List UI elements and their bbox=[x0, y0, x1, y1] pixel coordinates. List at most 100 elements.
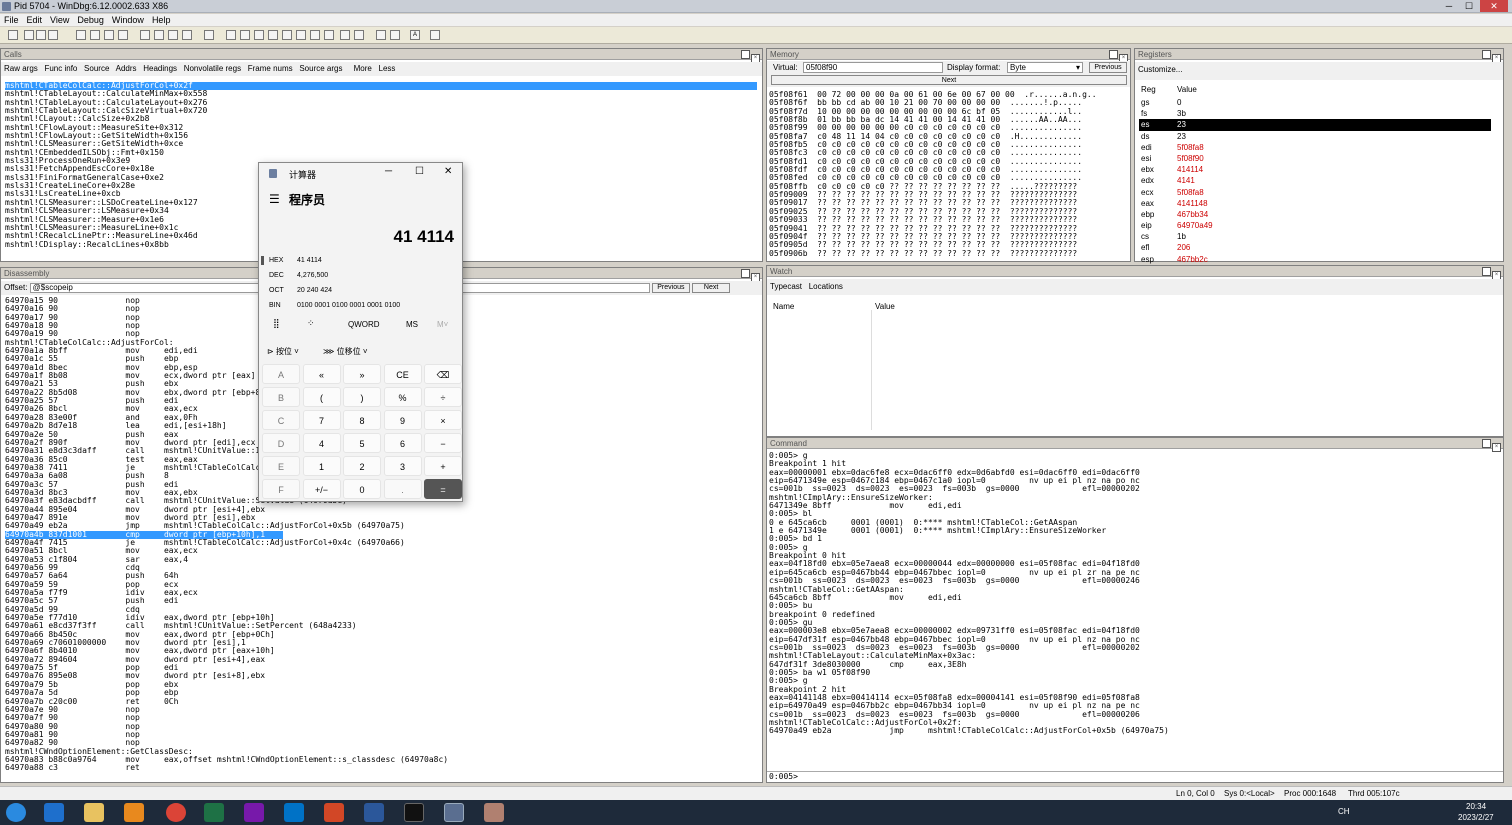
register-row[interactable]: gs 0 bbox=[1139, 97, 1491, 108]
hex-b-button[interactable]: B bbox=[262, 387, 300, 407]
clear-entry-button[interactable]: CE bbox=[383, 364, 422, 384]
register-row[interactable]: ds 23 bbox=[1139, 131, 1491, 142]
bitshift-dropdown[interactable]: ⋙ 位移位 ˅ bbox=[323, 346, 368, 357]
multiply-button[interactable]: × bbox=[424, 410, 462, 430]
equals-button[interactable]: = bbox=[424, 479, 462, 499]
memory-dock-icon[interactable] bbox=[1109, 50, 1118, 59]
word-icon[interactable] bbox=[364, 803, 384, 822]
hamburger-menu-icon[interactable]: ☰ bbox=[269, 192, 280, 206]
ie-icon[interactable] bbox=[44, 803, 64, 822]
calc-minimize-button[interactable]: ─ bbox=[385, 166, 392, 177]
calls-tab-source[interactable]: Source bbox=[84, 64, 109, 73]
windbg-taskbar-icon[interactable] bbox=[444, 803, 464, 822]
hex-e-button[interactable]: E bbox=[262, 456, 300, 476]
processes-icon[interactable] bbox=[340, 30, 350, 40]
media-player-icon[interactable] bbox=[124, 803, 144, 822]
disassembly-window-icon[interactable] bbox=[310, 30, 320, 40]
digit-7-button[interactable]: 7 bbox=[302, 410, 341, 430]
register-row[interactable]: edx 4141 bbox=[1139, 175, 1491, 186]
register-row[interactable]: eip 64970a49 bbox=[1139, 220, 1491, 231]
register-row[interactable]: ebx 414114 bbox=[1139, 164, 1491, 175]
restart-icon[interactable] bbox=[90, 30, 100, 40]
go-icon[interactable] bbox=[76, 30, 86, 40]
watch-dock-icon[interactable] bbox=[1482, 267, 1491, 276]
run-to-cursor-icon[interactable] bbox=[182, 30, 192, 40]
step-out-icon[interactable] bbox=[168, 30, 178, 40]
shift-left-button[interactable]: « bbox=[302, 364, 341, 384]
breakpoint-icon[interactable] bbox=[204, 30, 214, 40]
input-language[interactable]: CH bbox=[1338, 807, 1350, 816]
step-over-icon[interactable] bbox=[154, 30, 164, 40]
register-row[interactable]: fs 3b bbox=[1139, 108, 1491, 119]
calls-tab-frame-nums[interactable]: Frame nums bbox=[248, 64, 293, 73]
digit-4-button[interactable]: 4 bbox=[302, 433, 341, 453]
memory-recall-button[interactable]: M˅ bbox=[437, 320, 448, 329]
locals-window-icon[interactable] bbox=[254, 30, 264, 40]
registers-dock-icon[interactable] bbox=[1482, 50, 1491, 59]
photo-viewer-icon[interactable] bbox=[484, 803, 504, 822]
registers-window-icon[interactable] bbox=[268, 30, 278, 40]
hex-a-button[interactable]: A bbox=[262, 364, 300, 384]
base-row-bin[interactable]: BIN 0100 0001 0100 0001 0001 0100 bbox=[269, 300, 459, 315]
menu-debug[interactable]: Debug bbox=[73, 14, 108, 26]
shift-right-button[interactable]: » bbox=[343, 364, 381, 384]
hex-d-button[interactable]: D bbox=[262, 433, 300, 453]
subtract-button[interactable]: − bbox=[424, 433, 462, 453]
open-icon[interactable] bbox=[8, 30, 18, 40]
terminal-icon[interactable] bbox=[404, 803, 424, 822]
excel-icon[interactable] bbox=[204, 803, 224, 822]
calc-close-button[interactable]: ✕ bbox=[444, 166, 452, 177]
watch-tab-locations[interactable]: Locations bbox=[809, 282, 843, 291]
calls-less-button[interactable]: Less bbox=[379, 64, 396, 73]
disassembly-line[interactable]: 64970a88 c3 ret bbox=[5, 763, 448, 772]
base-row-oct[interactable]: OCT 20 240 424 bbox=[269, 285, 459, 300]
scratch-pad-icon[interactable] bbox=[324, 30, 334, 40]
display-format-select[interactable]: Byte ▾ bbox=[1007, 62, 1083, 73]
base-row-dec[interactable]: DEC 4,276,500 bbox=[269, 270, 459, 285]
paste-icon[interactable] bbox=[48, 30, 58, 40]
digit-0-button[interactable]: 0 bbox=[343, 479, 381, 499]
options-icon[interactable] bbox=[430, 30, 440, 40]
command-window-icon[interactable] bbox=[226, 30, 236, 40]
start-button-icon[interactable] bbox=[6, 803, 26, 822]
register-row[interactable]: eax 4141148 bbox=[1139, 198, 1491, 209]
bitwise-dropdown[interactable]: ⊳ 按位 ˅ bbox=[267, 346, 299, 357]
memory-next-button[interactable]: Next bbox=[771, 75, 1127, 85]
calls-tab-addrs[interactable]: Addrs bbox=[116, 64, 137, 73]
watch-tab-typecast[interactable]: Typecast bbox=[770, 282, 802, 291]
digit-5-button[interactable]: 5 bbox=[343, 433, 381, 453]
open-paren-button[interactable]: ( bbox=[302, 387, 341, 407]
register-row[interactable]: esi 5f08f90 bbox=[1139, 153, 1491, 164]
font-icon[interactable]: A bbox=[410, 30, 420, 40]
base-row-hex[interactable]: HEX 41 4114 bbox=[269, 255, 459, 270]
hex-c-button[interactable]: C bbox=[262, 410, 300, 430]
stop-icon[interactable] bbox=[104, 30, 114, 40]
register-row[interactable]: esp 467bb2c bbox=[1139, 254, 1491, 265]
digit-2-button[interactable]: 2 bbox=[343, 456, 381, 476]
customize-button[interactable]: Customize... bbox=[1138, 65, 1182, 74]
onenote-icon[interactable] bbox=[244, 803, 264, 822]
register-row[interactable]: ecx 5f08fa8 bbox=[1139, 187, 1491, 198]
calls-tab-source-args[interactable]: Source args bbox=[299, 64, 342, 73]
memory-previous-button[interactable]: Previous bbox=[1089, 62, 1127, 73]
calls-window-icon[interactable] bbox=[296, 30, 306, 40]
virtual-address-input[interactable]: 05f08f90 bbox=[803, 62, 943, 73]
backspace-button[interactable]: ⌫ bbox=[424, 364, 462, 384]
disasm-next-button[interactable]: Next bbox=[692, 282, 731, 293]
digit-6-button[interactable]: 6 bbox=[383, 433, 422, 453]
calls-tab-func-info[interactable]: Func info bbox=[44, 64, 77, 73]
divide-button[interactable]: ÷ bbox=[424, 387, 462, 407]
calls-tab-raw-args[interactable]: Raw args bbox=[4, 64, 38, 73]
add-button[interactable]: + bbox=[424, 456, 462, 476]
negate-button[interactable]: +/− bbox=[302, 479, 341, 499]
calls-more-button[interactable]: More bbox=[354, 64, 372, 73]
calc-maximize-button[interactable]: ☐ bbox=[415, 166, 424, 177]
watch-window-icon[interactable] bbox=[240, 30, 250, 40]
minimize-button[interactable]: ─ bbox=[1440, 0, 1458, 12]
decimal-button[interactable]: . bbox=[383, 479, 422, 499]
register-row[interactable]: es 23 bbox=[1139, 119, 1491, 131]
close-button[interactable]: ✕ bbox=[1480, 0, 1508, 12]
full-keypad-icon[interactable]: ⣿ bbox=[273, 318, 280, 329]
memory-window-icon[interactable] bbox=[282, 30, 292, 40]
menu-edit[interactable]: Edit bbox=[23, 14, 47, 26]
